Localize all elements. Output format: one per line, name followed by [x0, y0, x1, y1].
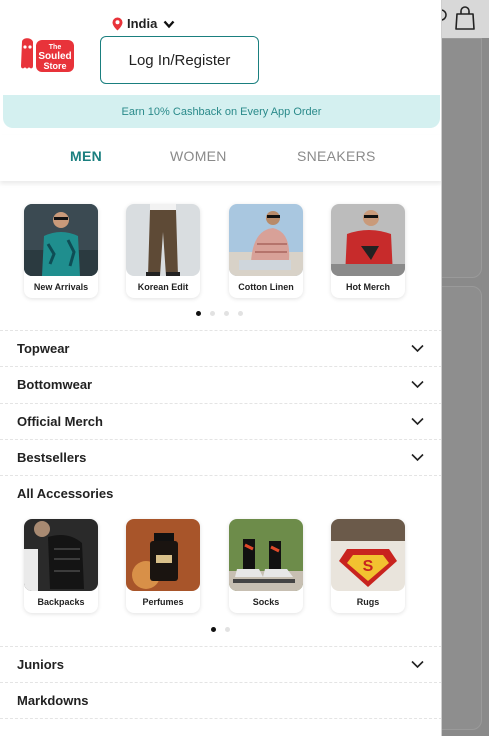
- svg-text:S: S: [363, 558, 374, 575]
- accessory-tile-socks[interactable]: Socks: [229, 519, 303, 613]
- menu-item-bestsellers[interactable]: Bestsellers: [0, 439, 441, 475]
- menu-item-label: Bottomwear: [17, 377, 93, 392]
- menu-item-all-accessories[interactable]: All Accessories: [0, 475, 441, 511]
- login-register-button[interactable]: Log In/Register: [100, 36, 259, 84]
- tab-women[interactable]: WOMEN: [170, 148, 227, 164]
- menu-item-label: Juniors: [17, 657, 64, 672]
- menu-item-label: All Accessories: [17, 486, 114, 501]
- product-image: [331, 204, 405, 276]
- tile-label: Perfumes: [142, 597, 184, 607]
- pagination-dot[interactable]: [210, 311, 215, 316]
- featured-tile-korean-edit[interactable]: Korean Edit: [126, 204, 200, 298]
- pagination-dot[interactable]: [225, 627, 230, 632]
- menu-item-partial[interactable]: [0, 718, 441, 736]
- menu-item-label: Markdowns: [17, 693, 89, 708]
- featured-pagination[interactable]: [196, 311, 243, 316]
- accessory-tile-backpacks[interactable]: Backpacks: [24, 519, 98, 613]
- tile-label: Hot Merch: [345, 282, 390, 292]
- featured-tile-hot-merch[interactable]: Hot Merch: [331, 204, 405, 298]
- menu-item-juniors[interactable]: Juniors: [0, 646, 441, 682]
- product-image: [24, 519, 98, 591]
- menu-item-markdowns[interactable]: Markdowns: [0, 682, 441, 718]
- tile-label: Socks: [252, 597, 280, 607]
- country-selector[interactable]: India: [112, 16, 175, 31]
- menu-item-label: Bestsellers: [17, 450, 87, 465]
- chevron-down-icon: [163, 20, 175, 28]
- shopping-bag-icon[interactable]: [455, 6, 475, 30]
- pagination-dot[interactable]: [211, 627, 216, 632]
- pagination-dot[interactable]: [196, 311, 201, 316]
- location-pin-icon: [112, 17, 123, 30]
- background-card: [440, 286, 482, 730]
- navigation-drawer: India The Souled Store Log In/Register E…: [0, 0, 442, 736]
- menu-item-official-merch[interactable]: Official Merch: [0, 403, 441, 439]
- menu-item-label: Official Merch: [17, 414, 103, 429]
- product-image: [229, 519, 303, 591]
- product-image: [126, 204, 200, 276]
- tile-label: Cotton Linen: [238, 282, 294, 292]
- chevron-down-icon: [411, 453, 424, 462]
- chevron-down-icon: [411, 344, 424, 353]
- souled-store-logo[interactable]: The Souled Store: [18, 36, 76, 76]
- product-image: [126, 519, 200, 591]
- accessories-pagination[interactable]: [211, 627, 230, 632]
- logo-text-line: Store: [43, 61, 66, 71]
- menu-item-topwear[interactable]: Topwear: [0, 330, 441, 366]
- pagination-dot[interactable]: [238, 311, 243, 316]
- drawer-header: India The Souled Store Log In/Register: [0, 0, 441, 95]
- accessory-tile-perfumes[interactable]: Perfumes: [126, 519, 200, 613]
- chevron-down-icon: [411, 380, 424, 389]
- accessory-tile-rugs[interactable]: S Rugs: [331, 519, 405, 613]
- background-card: [440, 38, 482, 278]
- tab-sneakers[interactable]: SNEAKERS: [297, 148, 376, 164]
- featured-tile-cotton-linen[interactable]: Cotton Linen: [229, 204, 303, 298]
- tile-label: New Arrivals: [33, 282, 89, 292]
- chevron-down-icon: [411, 660, 424, 669]
- product-image: S: [331, 519, 405, 591]
- product-image: [229, 204, 303, 276]
- logo-text-line: The: [49, 44, 62, 51]
- tile-label: Rugs: [356, 597, 380, 607]
- pagination-dot[interactable]: [224, 311, 229, 316]
- cashback-banner[interactable]: Earn 10% Cashback on Every App Order: [3, 95, 440, 128]
- category-tabs: MEN WOMEN SNEAKERS: [0, 135, 441, 181]
- country-label: India: [127, 16, 158, 31]
- menu-item-label: Topwear: [17, 341, 70, 356]
- tab-men[interactable]: MEN: [70, 148, 102, 164]
- featured-tile-new-arrivals[interactable]: New Arrivals: [24, 204, 98, 298]
- tile-label: Backpacks: [37, 597, 85, 607]
- menu-item-bottomwear[interactable]: Bottomwear: [0, 366, 441, 402]
- tile-label: Korean Edit: [137, 282, 189, 292]
- chevron-down-icon: [411, 417, 424, 426]
- product-image: [24, 204, 98, 276]
